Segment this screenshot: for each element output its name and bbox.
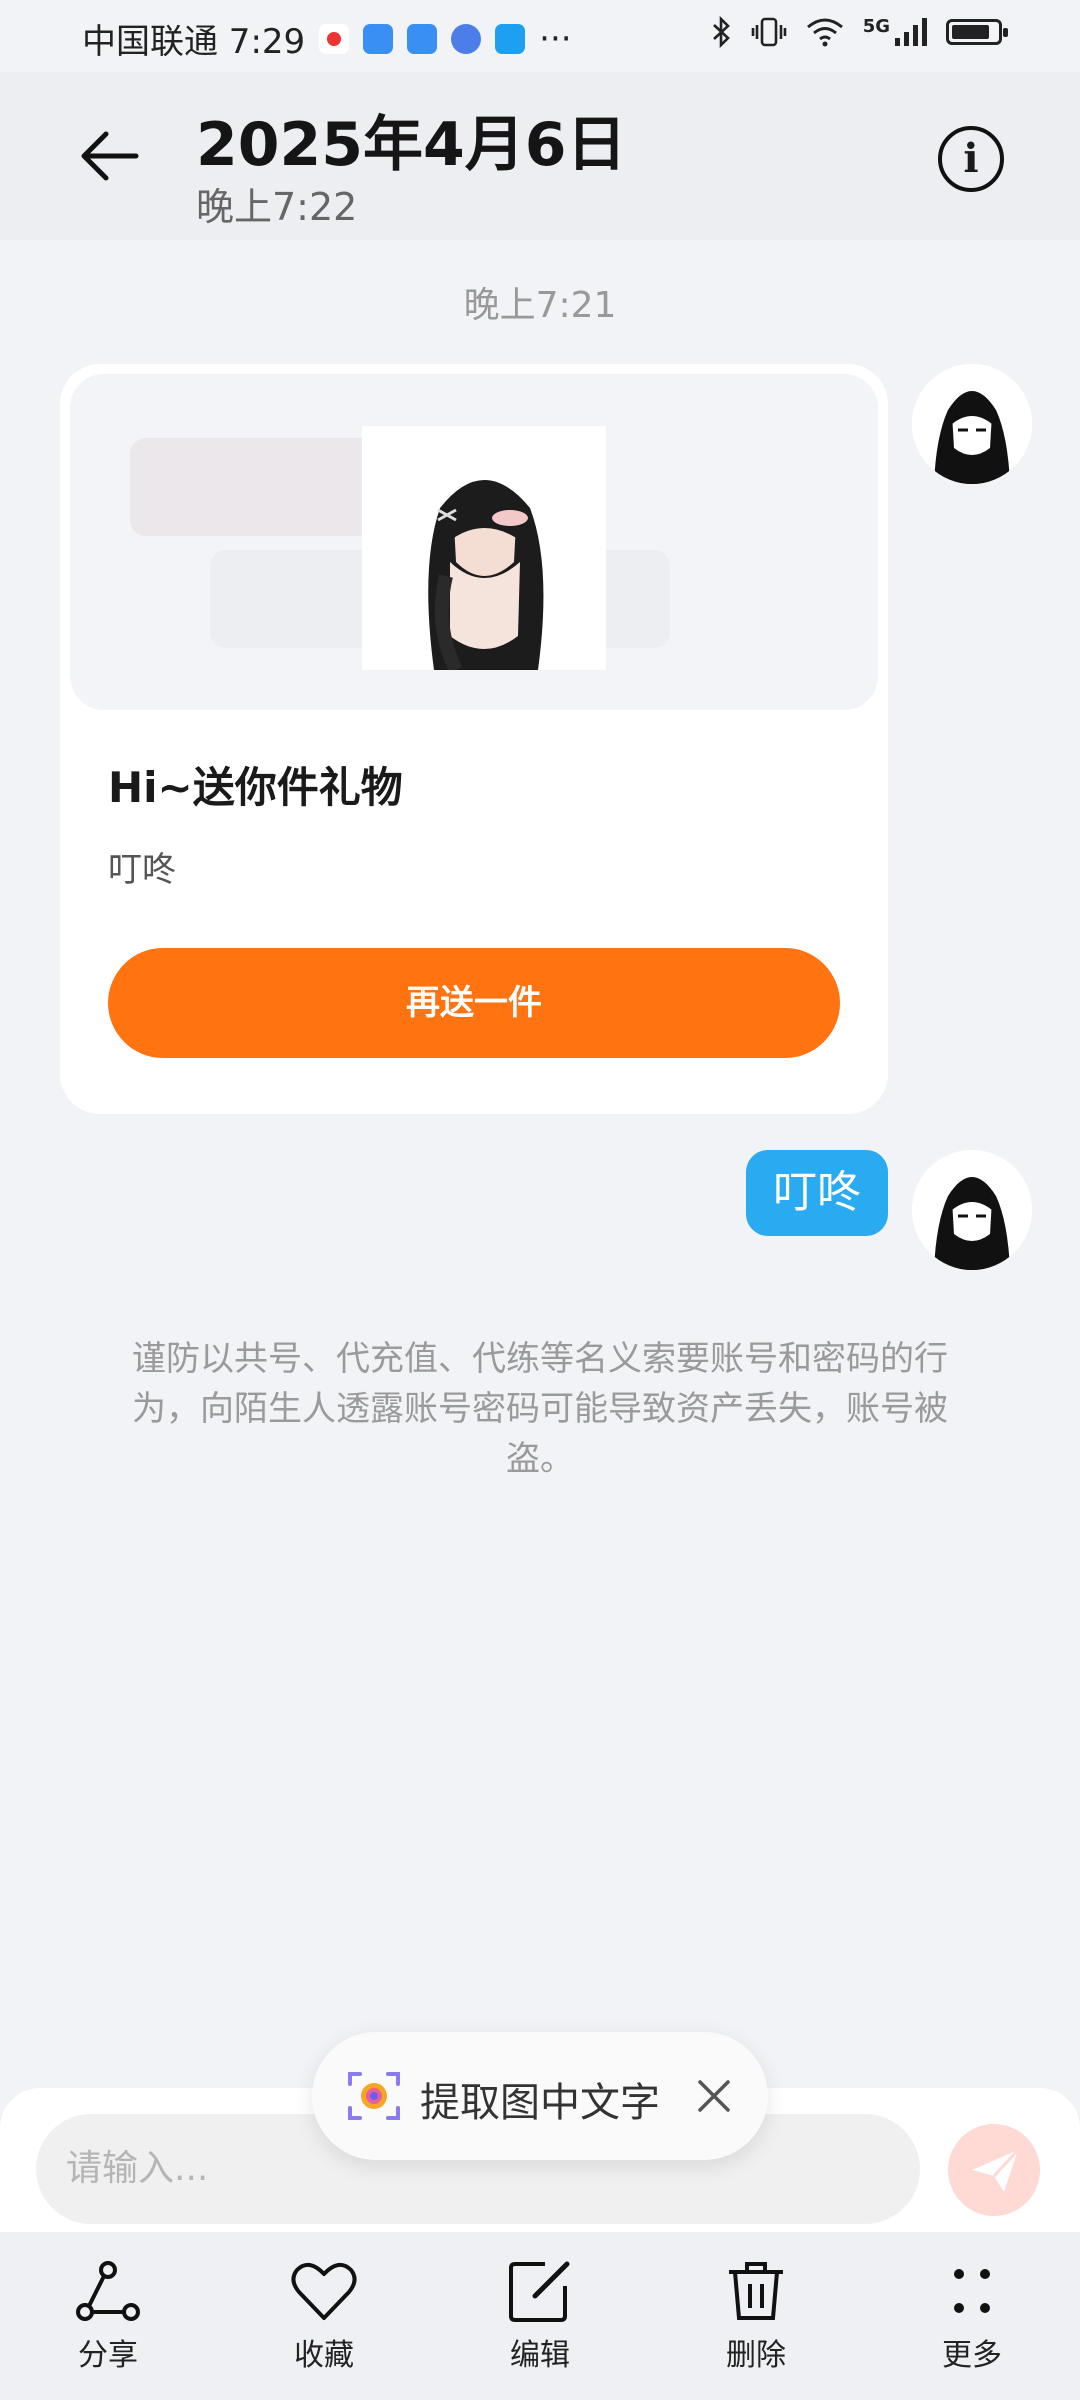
info-icon: i [963, 135, 979, 182]
edit-icon [509, 2261, 570, 2322]
cloud-icon [407, 23, 438, 54]
wifi-icon [806, 18, 843, 47]
delete-button[interactable]: 删除 [686, 2258, 826, 2374]
status-bar: 中国联通 7:29 ··· 5G [0, 0, 1080, 72]
signal-icon [895, 18, 927, 46]
share-label: 分享 [78, 2338, 138, 2373]
share-icon [76, 2261, 140, 2321]
send-another-gift-button[interactable]: 再送一件 [108, 948, 840, 1058]
security-warning: 谨防以共号、代充值、代练等名义索要账号和密码的行为，向陌生人透露账号密码可能导致… [132, 1339, 948, 1479]
carrier-time: 中国联通 7:29 [82, 22, 306, 62]
vibrate-icon [751, 17, 786, 47]
gift-avatar-illustration [362, 426, 606, 674]
gift-card[interactable]: Hi~送你件礼物 叮咚 再送一件 [60, 364, 888, 1114]
page-subtitle: 晚上7:22 [196, 185, 358, 229]
avatar-illustration [912, 364, 1032, 484]
battery-fill [952, 25, 989, 39]
gift-title: Hi~送你件礼物 [108, 763, 403, 812]
bottom-toolbar: 分享 收藏 编辑 删除 更多 [0, 2232, 1080, 2400]
trash-icon [729, 2262, 783, 2320]
more-icon [954, 2269, 990, 2313]
info-button[interactable]: i [938, 126, 1004, 192]
gift-subtitle: 叮咚 [108, 850, 176, 890]
send-button[interactable] [948, 2124, 1040, 2216]
browser-icon [451, 23, 482, 54]
message-timestamp: 晚上7:21 [463, 285, 617, 326]
extract-text-toast[interactable]: 提取图中文字 [312, 2032, 768, 2160]
avatar[interactable] [912, 364, 1032, 484]
avatar[interactable] [912, 1150, 1032, 1270]
close-icon[interactable] [686, 2068, 742, 2124]
more-notifications: ··· [539, 18, 572, 59]
gift-image [362, 426, 606, 674]
edit-button[interactable]: 编辑 [470, 2258, 610, 2374]
record-icon [319, 23, 350, 54]
back-button[interactable] [70, 116, 150, 196]
text-scan-icon [348, 2072, 400, 2120]
more-button[interactable]: 更多 [902, 2258, 1042, 2374]
page-title: 2025年4月6日 [196, 110, 627, 180]
delete-label: 删除 [726, 2338, 786, 2373]
chat-header: 2025年4月6日 晚上7:22 i [0, 72, 1080, 240]
paper-plane-icon [972, 2148, 1020, 2192]
share-button[interactable]: 分享 [38, 2258, 178, 2374]
gift-banner [70, 374, 878, 710]
avatar-illustration [912, 1150, 1032, 1270]
toast-label: 提取图中文字 [420, 2080, 660, 2126]
heart-icon [291, 2262, 357, 2320]
edit-label: 编辑 [510, 2338, 570, 2373]
battery-icon [946, 19, 1008, 45]
cloud-icon [363, 23, 394, 54]
more-label: 更多 [942, 2338, 1002, 2373]
bluetooth-icon [712, 16, 730, 48]
back-arrow-icon [81, 131, 139, 181]
status-right: 5G [711, 15, 1008, 48]
status-left: 中国联通 7:29 ··· [82, 14, 572, 63]
search-app-icon [495, 23, 526, 54]
favorite-label: 收藏 [294, 2338, 354, 2373]
favorite-button[interactable]: 收藏 [254, 2258, 394, 2374]
message-bubble[interactable]: 叮咚 [746, 1150, 888, 1236]
network-type: 5G [862, 15, 890, 37]
